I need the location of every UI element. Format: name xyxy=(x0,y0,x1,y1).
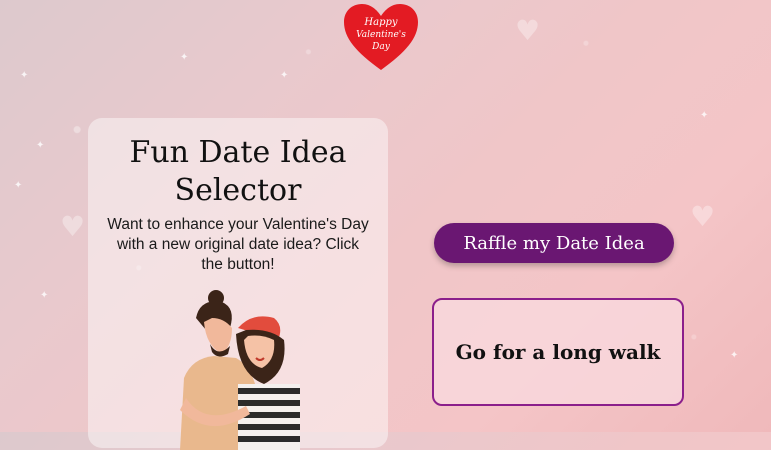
background-heart-icon: ♥ xyxy=(60,210,86,243)
result-box: Go for a long walk xyxy=(432,298,684,406)
card-description: Want to enhance your Valentine's Day wit… xyxy=(107,216,369,273)
sparkle-icon: ✦ xyxy=(40,290,49,301)
couple-illustration xyxy=(180,290,300,450)
sparkle-icon: ✦ xyxy=(280,70,289,81)
sparkle-icon: ✦ xyxy=(14,180,23,191)
logo-line3: Day xyxy=(371,42,391,52)
sparkle-icon: ✦ xyxy=(36,140,45,151)
info-card: Fun Date Idea Selector Want to enhance y… xyxy=(88,118,388,450)
background-heart-icon: ♥ xyxy=(690,200,716,233)
sparkle-icon: ✦ xyxy=(180,52,189,63)
logo-line1: Happy xyxy=(363,17,397,28)
raffle-button[interactable]: Raffle my Date Idea xyxy=(434,223,674,263)
background-heart-icon: ♥ xyxy=(515,14,541,47)
sparkle-icon: ✦ xyxy=(700,110,709,121)
result-text: Go for a long walk xyxy=(455,340,661,364)
logo-line2: Valentine's xyxy=(356,30,406,40)
sparkle-icon: ✦ xyxy=(730,350,739,361)
sparkle-icon: ✦ xyxy=(20,70,29,81)
page-title: Fun Date Idea Selector xyxy=(129,135,347,208)
happy-valentines-day-logo: Happy Valentine's Day xyxy=(344,4,418,70)
